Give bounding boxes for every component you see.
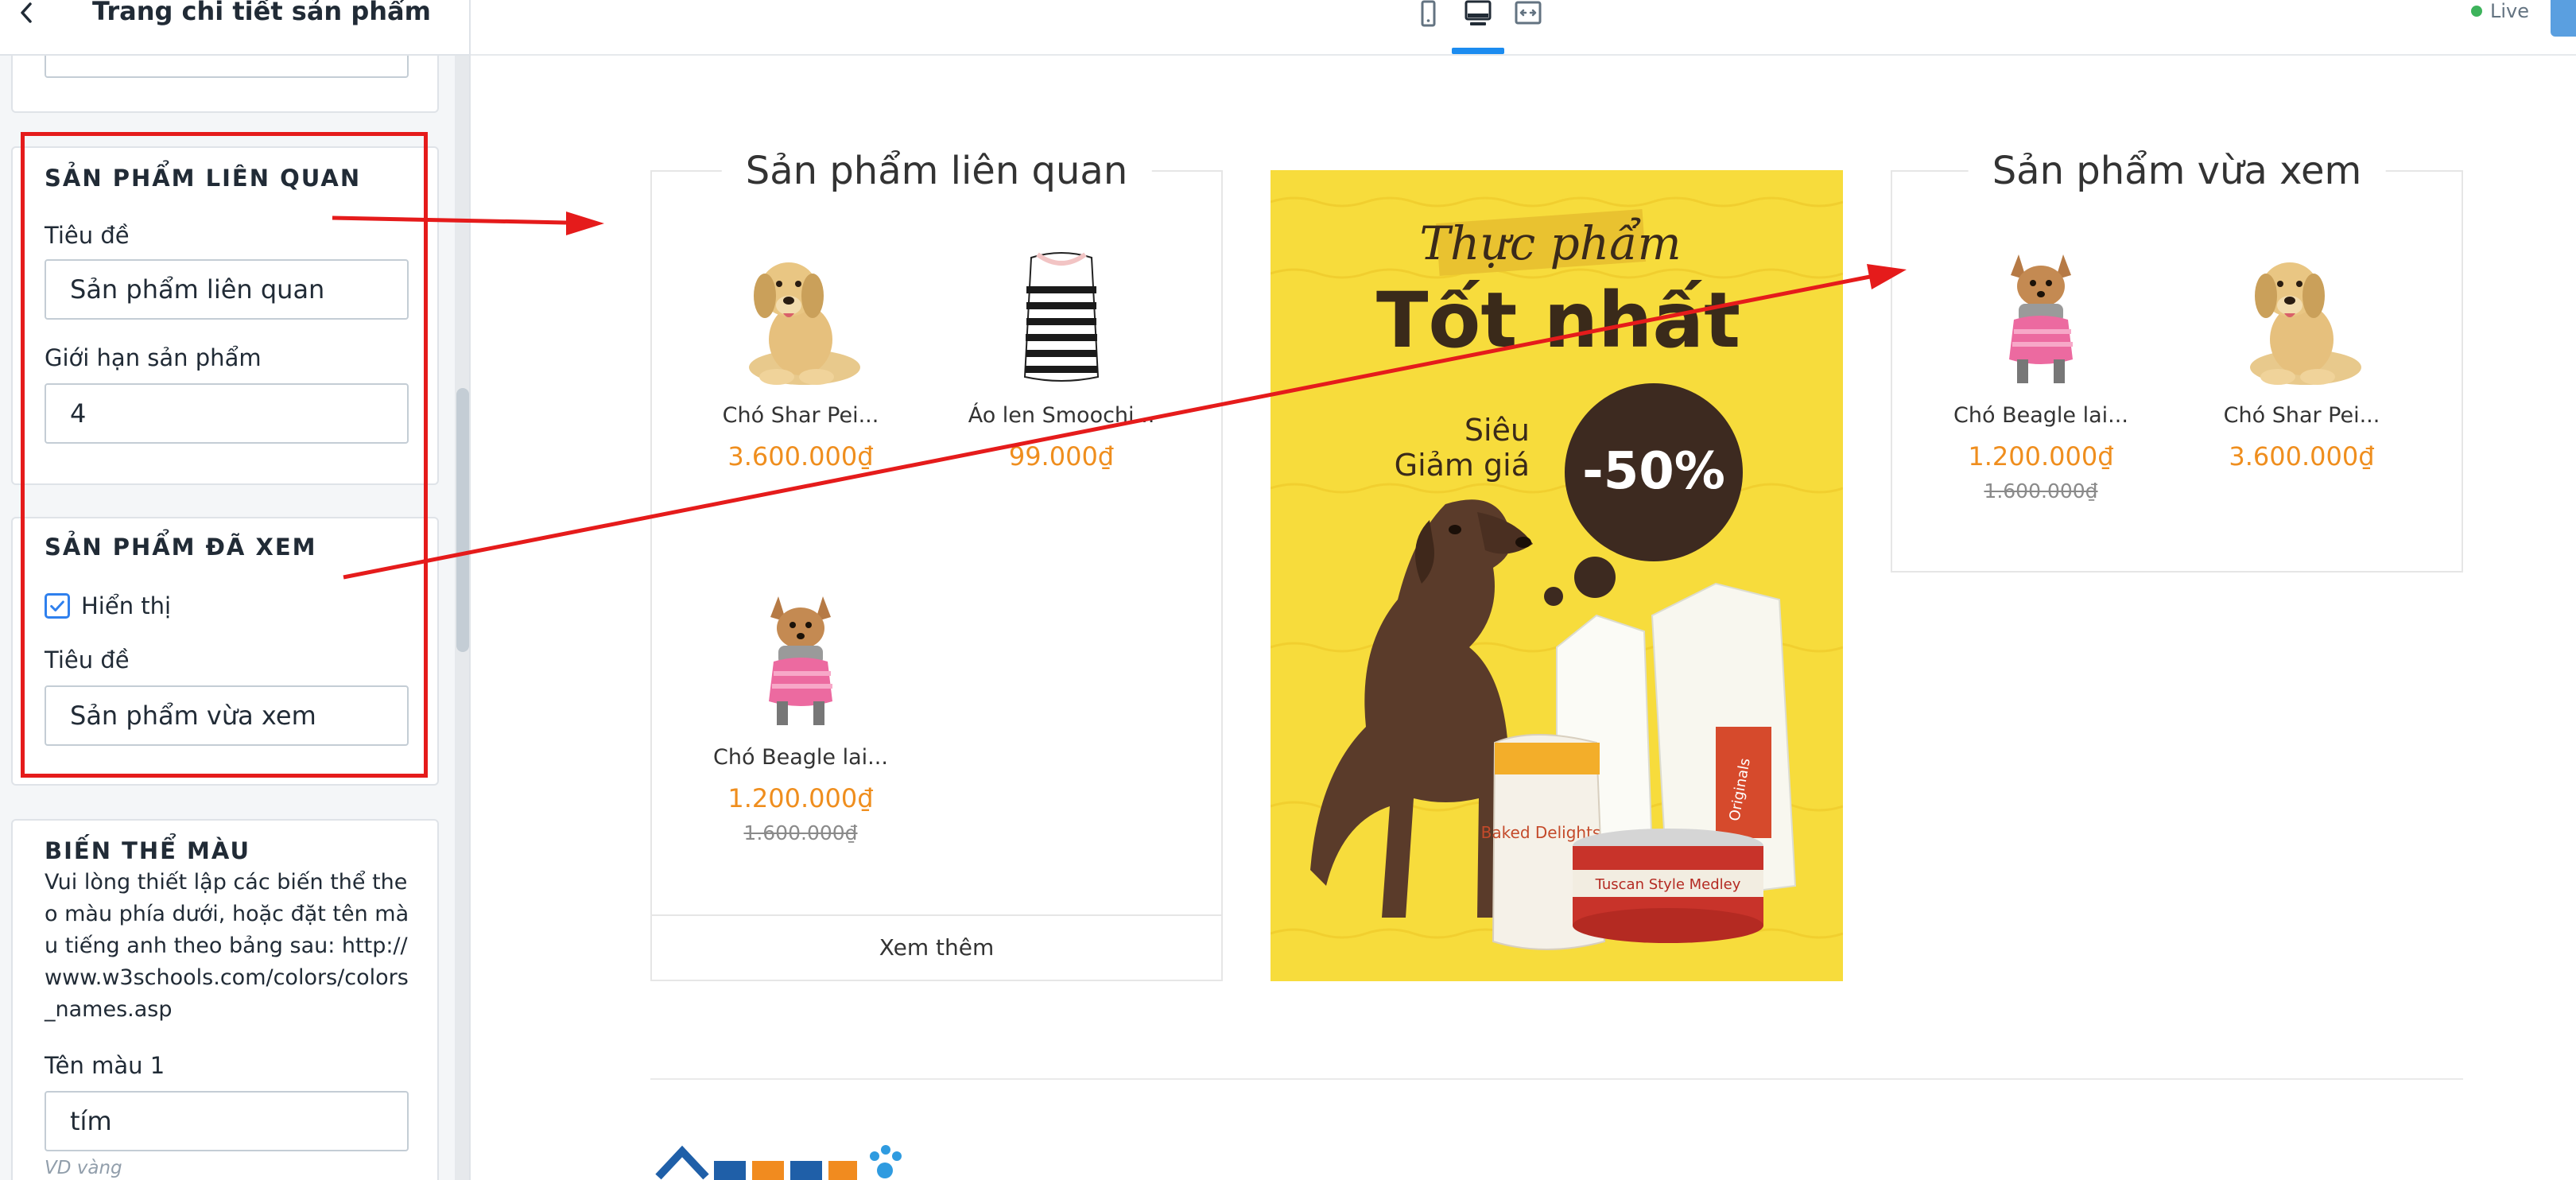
desktop-icon (1465, 0, 1492, 25)
theme-editor: SẢN PHẨM LIÊN QUAN Tiêu đề Sản phẩm liên… (0, 0, 2576, 1180)
chihuahua-sweater-image (769, 596, 832, 725)
related-title-label: Tiêu đề (45, 222, 130, 249)
product-price: 1.200.000₫ (1968, 441, 2114, 472)
viewed-products-card: SẢN PHẨM ĐÃ XEM Hiển thị Tiêu đề Sản phẩ… (11, 517, 439, 786)
banner-sale-line1: Siêu (1465, 413, 1530, 448)
golden-dog-image (2250, 262, 2361, 385)
mobile-view-button[interactable] (1406, 0, 1450, 32)
store-logo[interactable] (650, 1145, 921, 1180)
product-old-price: 1.600.000₫ (1984, 479, 2098, 503)
fullwidth-view-button[interactable] (1506, 0, 1550, 32)
footer-divider (650, 1078, 2463, 1080)
chihuahua-sweater-image (2009, 254, 2073, 383)
related-products-card: SẢN PHẨM LIÊN QUAN Tiêu đề Sản phẩm liên… (11, 146, 439, 485)
product-name[interactable]: Chó Beagle lai... (1926, 402, 2156, 429)
chevron-left-icon (21, 2, 32, 23)
product-name[interactable]: Chó Beagle lai... (685, 744, 916, 771)
product-card[interactable]: Chó Beagle lai... 1.200.000₫ 1.600.000₫ (685, 582, 916, 846)
viewed-show-row[interactable]: Hiển thị (45, 590, 171, 622)
color-variant-card: BIẾN THỂ MÀU Vui lòng thiết lập các biến… (11, 819, 439, 1180)
viewed-widget-title: Sản phẩm vừa xem (1968, 148, 2386, 194)
sidebar-header: Trang chi tiết sản phẩm (0, 0, 469, 56)
back-button[interactable] (8, 0, 46, 32)
related-limit-label: Giới hạn sản phẩm (45, 344, 262, 371)
active-device-indicator (1452, 48, 1504, 54)
settings-sidebar: SẢN PHẨM LIÊN QUAN Tiêu đề Sản phẩm liên… (0, 0, 471, 1180)
product-price: 1.200.000₫ (727, 783, 874, 813)
viewed-section-title: SẢN PHẨM ĐÃ XEM (45, 534, 317, 561)
product-price: 99.000₫ (1008, 441, 1115, 472)
striped-sweater-image (1023, 252, 1100, 382)
color-variant-title: BIẾN THỂ MÀU (45, 837, 250, 864)
fullwidth-icon (1515, 1, 1542, 25)
product-price: 3.600.000₫ (727, 441, 874, 472)
related-limit-input[interactable]: 4 (45, 383, 409, 444)
live-dot-icon (2471, 6, 2482, 17)
banner-sale-line2: Giảm giá (1395, 448, 1530, 483)
sidebar-scrollbar-thumb[interactable] (456, 388, 469, 652)
product-name[interactable]: Chó Shar Pei... (685, 402, 916, 429)
store-logo-art (655, 1145, 902, 1180)
related-section-title: SẢN PHẨM LIÊN QUAN (45, 165, 362, 192)
color1-hint: VD vàng (45, 1158, 122, 1178)
product-card[interactable]: Áo len Smoochi... 99.000₫ (946, 240, 1177, 472)
product-name[interactable]: Áo len Smoochi... (946, 402, 1177, 429)
product-name[interactable]: Chó Shar Pei... (2186, 402, 2417, 429)
viewed-title-label: Tiêu đề (45, 646, 130, 673)
color-variant-help: Vui lòng thiết lập các biến thể theo màu… (45, 870, 409, 1022)
banner-headline: Tốt nhất (1376, 276, 1740, 365)
product-card[interactable]: Chó Beagle lai... 1.200.000₫ 1.600.000₫ (1926, 240, 2156, 504)
checkmark-icon (50, 600, 64, 611)
viewed-title-input[interactable]: Sản phẩm vừa xem (45, 685, 409, 746)
color1-input[interactable]: tím (45, 1091, 409, 1151)
publish-button[interactable] (2551, 0, 2576, 37)
mobile-icon (1421, 0, 1436, 27)
promo-banner[interactable]: Thực phẩm Tốt nhất Siêu Giảm giá -50% Or… (1271, 170, 1843, 981)
banner-script-text: Thực phẩm (1419, 216, 1681, 270)
related-products-widget: Sản phẩm liên quan Chó Shar Pei... 3.600… (650, 148, 1223, 981)
related-widget-title: Sản phẩm liên quan (721, 148, 1152, 194)
banner-discount: -50% (1582, 442, 1725, 501)
color1-label: Tên màu 1 (45, 1052, 165, 1079)
live-label: Live (2490, 0, 2530, 22)
product-card[interactable]: Chó Shar Pei... 3.600.000₫ (685, 240, 916, 472)
arrow-head-icon (566, 212, 604, 235)
can-label: Tuscan Style Medley (1595, 876, 1741, 893)
product-old-price: 1.600.000₫ (743, 821, 858, 844)
product-price: 3.600.000₫ (2229, 441, 2375, 472)
live-status: Live (2471, 0, 2529, 22)
sidebar-title: Trang chi tiết sản phẩm (92, 0, 431, 26)
product-card[interactable]: Chó Shar Pei... 3.600.000₫ (2186, 240, 2417, 472)
viewed-products-widget: Sản phẩm vừa xem Chó Beagle lai... 1.200… (1891, 148, 2463, 573)
viewed-show-checkbox[interactable] (45, 593, 70, 619)
desktop-view-button[interactable] (1456, 0, 1500, 32)
related-title-input[interactable]: Sản phẩm liên quan (45, 259, 409, 320)
golden-dog-image (749, 262, 860, 385)
view-more-button[interactable]: Xem thêm (652, 914, 1221, 980)
promo-banner-art: Thực phẩm Tốt nhất Siêu Giảm giá -50% Or… (1271, 170, 1843, 981)
viewed-show-label: Hiển thị (81, 592, 172, 619)
